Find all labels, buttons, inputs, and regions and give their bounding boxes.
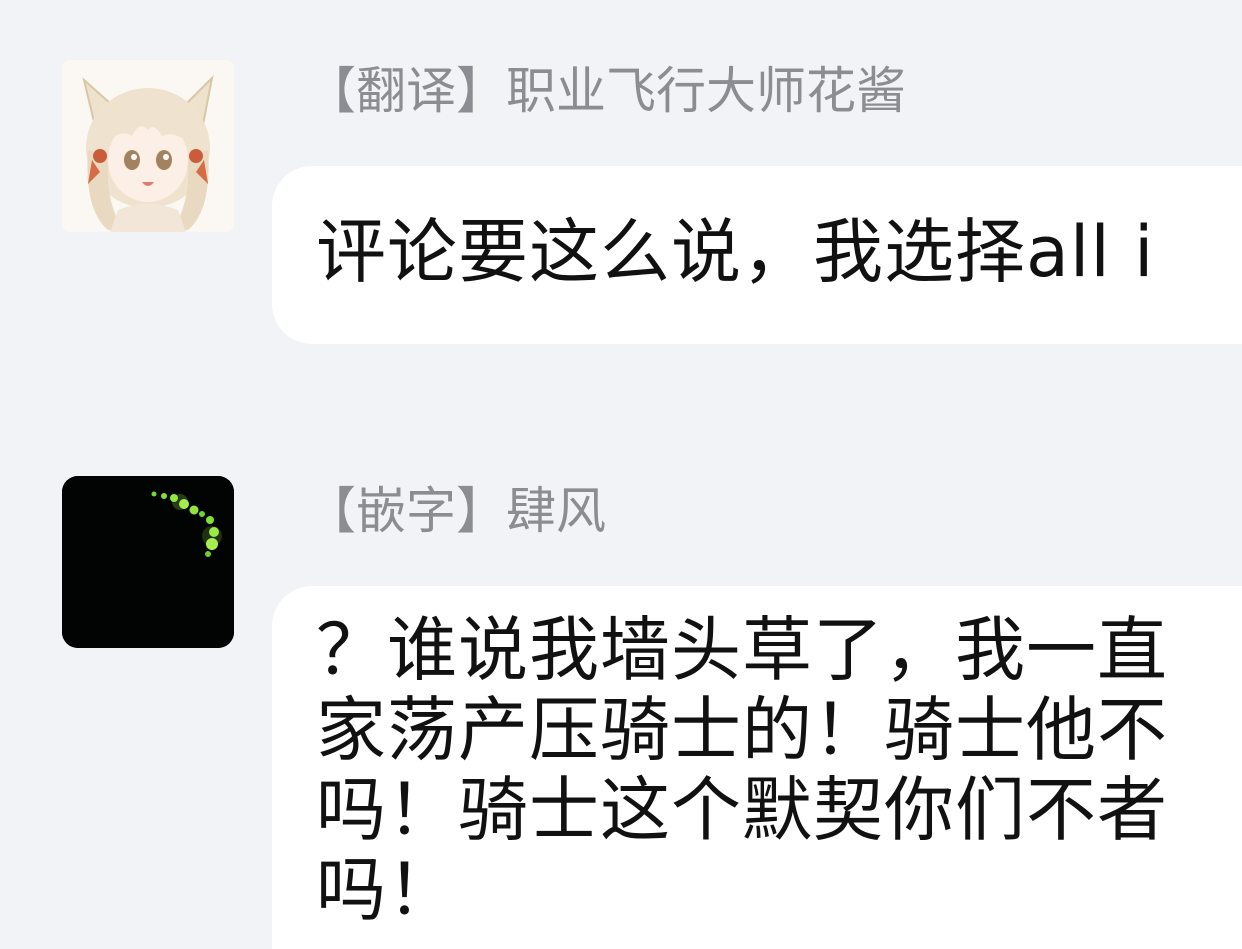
firefly-dark-avatar-icon[interactable] [62,476,234,648]
message-text: 评论要这么说，我选择all i [316,211,1155,293]
message-text: ？谁说我墙头草了，我一直 家荡产压骑士的！骑士他不 吗！骑士这个默契你们不者 吗… [316,609,1168,931]
message-bubble[interactable]: 评论要这么说，我选择all i [272,166,1242,344]
chat-message: 【翻译】职业飞行大师花酱 评论要这么说，我选择all i [0,0,1242,400]
chat-message: 【嵌字】肆风 ？谁说我墙头草了，我一直 家荡产压骑士的！骑士他不 吗！骑士这个默… [0,400,1242,949]
sender-name[interactable]: 【翻译】职业飞行大师花酱 [306,60,906,122]
chat-view[interactable]: 【翻译】职业飞行大师花酱 评论要这么说，我选择all i 【嵌字】肆风 ？谁说我… [0,0,1242,949]
sender-name[interactable]: 【嵌字】肆风 [306,480,606,542]
anime-fox-girl-avatar-icon[interactable] [62,60,234,232]
message-bubble[interactable]: ？谁说我墙头草了，我一直 家荡产压骑士的！骑士他不 吗！骑士这个默契你们不者 吗… [272,586,1242,949]
